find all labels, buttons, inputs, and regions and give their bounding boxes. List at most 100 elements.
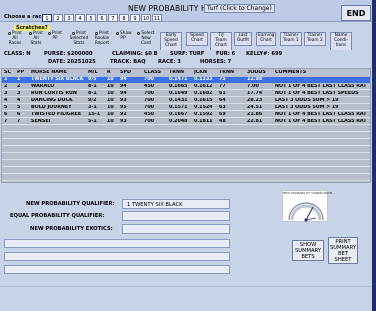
cell-class: 450 — [144, 84, 155, 89]
option-label-line: Team 2 — [307, 37, 323, 43]
cell-r: 10 — [107, 105, 114, 110]
cell-three-odds: 28.23 — [247, 98, 263, 103]
column-header-sc[interactable]: SC — [4, 70, 16, 76]
radio-icon[interactable] — [116, 32, 119, 35]
race-button-4[interactable]: 4 — [75, 14, 85, 22]
cell-comments — [275, 77, 370, 83]
race-button-8[interactable]: 8 — [119, 14, 129, 22]
race-button-1[interactable]: 1 — [42, 14, 52, 22]
cell-trn: 75 — [219, 77, 226, 82]
radio-icon[interactable] — [29, 32, 33, 35]
option-t-j-team-chart[interactable]: T/J Team Chart — [210, 32, 232, 51]
cell-trainer-pct: 0.2048 — [169, 119, 188, 124]
cell-trn: 77 — [219, 84, 226, 89]
options-toolbar: Print All Races Print All Stats Print PP Print Se… — [0, 31, 372, 51]
new-probability-qualifier-label: NEW PROBABILITY QUALIFIER: — [26, 201, 115, 207]
cell-morning-line: 8-1 — [88, 91, 97, 96]
cell-trainer-pct: 0.1431 — [169, 98, 188, 103]
equal-probability-qualifier-label: EQUAL PROBABILITY QUALIFIER: — [10, 213, 105, 219]
radio-icon[interactable] — [95, 32, 99, 35]
horse-grid[interactable]: SC PP HORSE NAME M/L R SPD CLASS TRNN JCKN TRNN 3O… — [1, 68, 371, 183]
cell-spd: 93 — [120, 119, 127, 124]
cell-three-odds: 7.00 — [247, 84, 259, 89]
column-header-trn[interactable]: TRNN — [219, 70, 246, 76]
exotics-line-4 — [4, 265, 230, 274]
cell-jockey-pct: 0.1592 — [194, 112, 213, 117]
print-summary-bet-sheet-button[interactable]: PRINT SUMMARY BET SHEET — [328, 237, 358, 264]
race-button-2[interactable]: 2 — [53, 14, 63, 22]
option-trainer-team-2[interactable]: Trainer Team 2 — [304, 32, 326, 46]
option-early-speed-chart[interactable]: Early Speed Chart — [160, 32, 182, 51]
table-row[interactable]: 1 1 TWENTY SIX BLACK 9/5 10 94 700 0.1471 0.1333… — [2, 77, 370, 83]
race-button-9[interactable]: 9 — [130, 14, 140, 22]
end-button[interactable]: END — [341, 5, 371, 21]
cell-trainer-pct: 0.1649 — [169, 91, 188, 96]
column-header-trainer-pct[interactable]: TRNN — [169, 70, 193, 76]
cell-comments: NOT 1 OF 4 BEST LAST CLASS RAT — [275, 119, 367, 124]
cell-three-odds: 17.74 — [247, 91, 263, 96]
turf-toggle-button[interactable]: Turf (Click to Change) — [204, 4, 275, 13]
option-line: Outfit — [236, 38, 250, 44]
race-button-7[interactable]: 7 — [108, 14, 118, 22]
column-header-jockey-pct[interactable]: JCKN — [194, 70, 218, 76]
option-print-pp[interactable]: Print PP — [48, 31, 62, 42]
cell-three-odds: 22.81 — [247, 119, 263, 124]
table-row[interactable]: 6 6 TWISTED FILIGREE 15-1 10 92 450 0.1667 0.159… — [2, 112, 370, 118]
column-header-comments[interactable]: COMMENTS — [275, 70, 370, 76]
column-header-horse-name[interactable]: HORSE NAME — [31, 70, 87, 76]
table-row[interactable]: 3 3 RUN CURTIS RUN 8-1 10 94 700 0.1649 0.1682 61… — [2, 91, 370, 97]
claiming-info: CLAIMING: $0 B — [112, 51, 158, 57]
option-label-line: Chart — [165, 42, 177, 48]
option-label-line: PP — [120, 35, 126, 41]
column-header-class[interactable]: CLASS — [144, 70, 168, 76]
radio-icon[interactable] — [8, 32, 12, 35]
cell-horse-name: SENSEI — [31, 119, 51, 124]
table-row[interactable]: 7 7 SENSEI 5-1 10 93 700 0.2048 0.1811 48 22.81 NOT… — [2, 119, 370, 125]
option-last-outfit[interactable]: Last Outfit — [234, 32, 252, 46]
radio-icon[interactable] — [72, 32, 76, 35]
cell-morning-line: 15-1 — [88, 112, 101, 117]
column-header-spd[interactable]: SPD — [120, 70, 143, 76]
column-header-pp[interactable]: PP — [17, 70, 30, 76]
cell-comments: LAST 3 ODDS SUM > 19 — [275, 105, 339, 110]
cell-morning-line: 5-1 — [88, 119, 97, 124]
column-header-three-odds[interactable]: 3ODDS — [247, 70, 274, 76]
show-summary-bets-button[interactable]: SHOW SUMMARY BETS — [292, 240, 324, 261]
horses-count-info: HORSES: 7 — [200, 59, 232, 65]
option-print-all-stats[interactable]: Print All Stats — [28, 31, 44, 47]
cell-sc: 4 — [4, 98, 8, 103]
table-row[interactable]: 5 5 BOLD JOURNEY 3-1 10 95 700 0.1571 0.1524 63 24… — [2, 105, 370, 111]
surf-info: SURF: TURF — [170, 51, 205, 57]
race-button-3[interactable]: 3 — [64, 14, 74, 22]
option-show-pp[interactable]: Show PP — [116, 31, 132, 42]
option-print-rookie-report[interactable]: Print Rookie Report — [92, 31, 112, 47]
race-button-5[interactable]: 5 — [86, 14, 96, 22]
show-summary-line-3: BETS — [301, 254, 315, 260]
cell-sc: 5 — [4, 105, 8, 110]
race-button-10[interactable]: 10 — [141, 14, 151, 22]
option-earning-chart[interactable]: Earning Chart — [256, 32, 276, 46]
option-speed-chart[interactable]: Speed Chart — [186, 32, 208, 46]
race-button-11[interactable]: 11 — [152, 14, 162, 22]
kelly-info: KELLY#: 699 — [246, 51, 283, 57]
radio-icon[interactable] — [137, 32, 141, 35]
option-label-line: Team 1 — [283, 37, 299, 43]
cell-spd: 92 — [120, 112, 127, 117]
column-header-morning-line[interactable]: M/L — [88, 70, 106, 76]
table-row[interactable]: 2 2 WARALO 8-1 10 94 450 0.1665 0.1612 77 7.00 NOT … — [2, 84, 370, 90]
option-print-all-races[interactable]: Print All Races — [6, 31, 24, 47]
option-select-new-card[interactable]: Select New Card — [137, 31, 155, 47]
radio-icon[interactable] — [48, 32, 52, 35]
cell-morning-line: 8-1 — [88, 84, 97, 89]
choose-race-label: Choose a race: — [4, 14, 48, 20]
option-line: Chart — [212, 42, 230, 49]
option-line: Chart — [258, 38, 274, 44]
option-name-condi-tions[interactable]: Name Condi-tions — [330, 32, 352, 51]
option-print-selected-stats[interactable]: Print Selected Stats — [68, 31, 90, 47]
option-label-line: Chart — [215, 42, 227, 48]
race-button-6[interactable]: 6 — [97, 14, 107, 22]
table-row[interactable]: 4 4 DANCING DUCK 9/2 10 93 700 0.1431 0.1615 64 28… — [2, 98, 370, 104]
cell-pp: 1 — [17, 77, 21, 82]
option-trainer-team-1[interactable]: Trainer Team 1 — [280, 32, 302, 46]
column-header-r[interactable]: R — [107, 70, 119, 76]
